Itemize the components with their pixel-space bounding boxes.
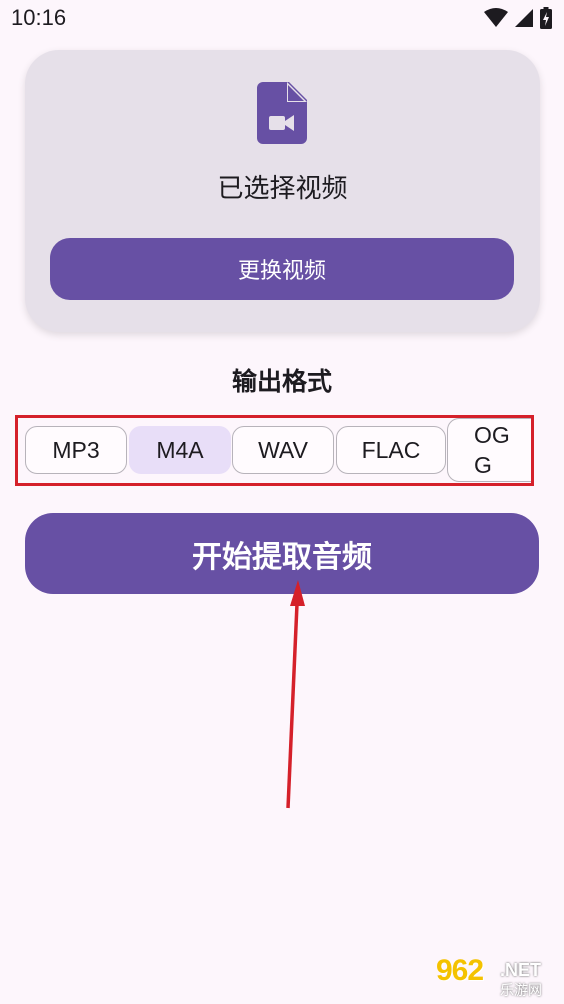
site-watermark: 962 .NET 乐游网 (428, 954, 558, 1000)
video-card: 已选择视频 更换视频 (25, 50, 540, 332)
format-option-ogg[interactable]: OGG (447, 418, 531, 482)
battery-icon (540, 7, 552, 29)
watermark-number: 962 (436, 954, 484, 987)
status-bar: 10:16 (0, 0, 564, 38)
watermark-cn: 乐游网 (500, 983, 542, 999)
watermark-suffix: .NET (500, 960, 542, 980)
change-video-button[interactable]: 更换视频 (50, 238, 514, 300)
signal-icon (515, 9, 533, 27)
selected-video-label: 已选择视频 (217, 174, 348, 204)
status-icons (484, 7, 552, 29)
start-extract-button[interactable]: 开始提取音频 (25, 513, 539, 594)
format-option-wav[interactable]: WAV (232, 426, 334, 474)
video-file-icon (257, 82, 307, 144)
wifi-icon (484, 8, 508, 27)
format-option-flac[interactable]: FLAC (336, 426, 446, 474)
format-option-m4a[interactable]: M4A (129, 426, 231, 474)
output-format-title: 输出格式 (231, 367, 332, 396)
format-option-mp3[interactable]: MP3 (25, 426, 127, 474)
status-time: 10:16 (11, 5, 67, 30)
